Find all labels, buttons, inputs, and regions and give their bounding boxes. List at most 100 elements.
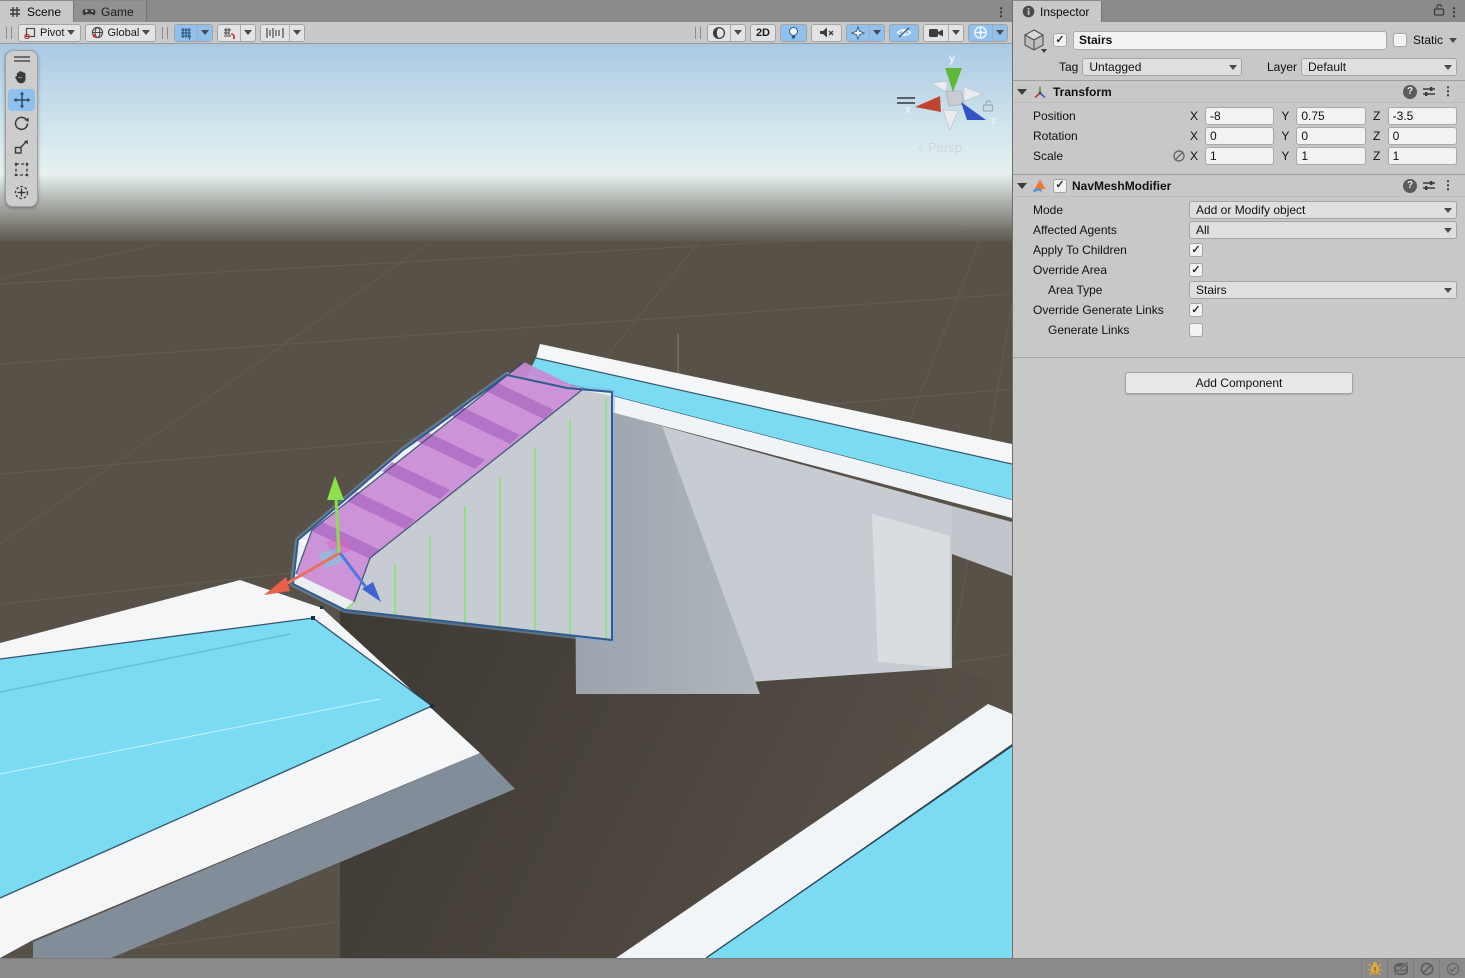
grid-visibility-toggle[interactable]: y — [175, 25, 197, 41]
area-type-dropdown[interactable]: Stairs — [1189, 281, 1457, 299]
inspector-lock-icon[interactable] — [1433, 3, 1445, 19]
foldout-icon[interactable] — [1017, 89, 1027, 95]
progress-check-icon[interactable] — [1439, 959, 1465, 978]
inspector-menu-icon[interactable]: ⋮ — [1447, 4, 1461, 20]
gameobject-cube-icon[interactable] — [1021, 27, 1047, 53]
foldout-icon[interactable] — [1017, 183, 1027, 189]
tab-inspector-label: Inspector — [1040, 5, 1089, 19]
override-generate-links-checkbox[interactable] — [1189, 303, 1203, 317]
collab-offline-icon[interactable] — [1413, 959, 1439, 978]
scale-x-field[interactable]: 1 — [1205, 147, 1274, 165]
scene-viewport[interactable]: y x z ‹ Persp — [0, 44, 1012, 958]
gizmos-caret[interactable] — [992, 25, 1007, 41]
inspector-panel: Stairs Static Tag Untagged Layer Default — [1012, 22, 1465, 958]
tab-scene[interactable]: Scene — [0, 1, 74, 22]
orientation-overlay-menu-icon[interactable] — [897, 94, 915, 107]
apply-to-children-checkbox[interactable] — [1189, 243, 1203, 257]
rotate-tool-button[interactable] — [8, 112, 35, 134]
orientation-cube[interactable] — [946, 91, 964, 106]
axis-y-letter: Y — [1280, 109, 1290, 123]
debug-bug-icon[interactable] — [1361, 959, 1387, 978]
scale-y-field[interactable]: 1 — [1296, 147, 1365, 165]
scale-label[interactable]: Scale — [1013, 149, 1189, 163]
scene-toolbar: Pivot Global y — [0, 22, 1012, 44]
transform-menu-icon[interactable]: ⋮ — [1441, 83, 1455, 99]
lighting-toggle[interactable] — [781, 25, 806, 41]
camera-caret[interactable] — [948, 25, 963, 41]
transform-header[interactable]: Transform ? ⋮ — [1013, 81, 1465, 103]
presets-icon[interactable] — [1422, 179, 1436, 192]
position-label[interactable]: Position — [1013, 109, 1189, 123]
scale-z-field[interactable]: 1 — [1388, 147, 1457, 165]
snap-group — [217, 24, 256, 42]
audio-toggle[interactable] — [812, 25, 841, 41]
hidden-objects-toggle[interactable] — [890, 25, 918, 41]
global-mode-button[interactable]: Global — [85, 24, 156, 42]
grid-visibility-icon: y — [179, 26, 193, 40]
gameobject-enabled-checkbox[interactable] — [1053, 33, 1067, 47]
rect-tool-button[interactable] — [8, 158, 35, 180]
pivot-mode-button[interactable]: Pivot — [18, 24, 81, 42]
lighting-group — [780, 24, 807, 42]
wall-pillar-lit[interactable] — [872, 514, 950, 668]
snap-toggle[interactable] — [218, 25, 240, 41]
tab-inspector[interactable]: Inspector — [1013, 1, 1102, 22]
navmeshmodifier-component: NavMeshModifier ? ⋮ Mode Add or Modify o… — [1013, 174, 1465, 348]
gizmos-toggle[interactable] — [969, 25, 992, 41]
help-icon[interactable]: ? — [1403, 179, 1417, 193]
rotation-z-field[interactable]: 0 — [1388, 127, 1457, 145]
effects-toggle[interactable] — [847, 25, 869, 41]
rotation-y-field[interactable]: 0 — [1296, 127, 1365, 145]
2d-toggle[interactable]: 2D — [750, 24, 776, 42]
navmeshmodifier-menu-icon[interactable]: ⋮ — [1441, 177, 1455, 193]
navmeshmodifier-enabled-checkbox[interactable] — [1053, 179, 1067, 193]
snap-increment-toggle[interactable] — [261, 25, 289, 41]
horizon-fog — [0, 174, 1012, 244]
position-z-field[interactable]: -3.5 — [1388, 107, 1457, 125]
toolbar-drag-handle-icon[interactable] — [695, 27, 701, 39]
override-area-checkbox[interactable] — [1189, 263, 1203, 277]
camera-settings-button[interactable] — [924, 25, 948, 41]
audio-group — [811, 24, 842, 42]
layer-dropdown[interactable]: Default — [1301, 58, 1457, 76]
presets-icon[interactable] — [1422, 85, 1436, 98]
static-caret-icon[interactable] — [1449, 38, 1457, 43]
toolbar-drag-handle-icon[interactable] — [6, 27, 12, 39]
effects-caret[interactable] — [869, 25, 884, 41]
pivot-label: Pivot — [40, 27, 64, 39]
help-icon[interactable]: ? — [1403, 85, 1417, 99]
move-tool-button[interactable] — [8, 89, 35, 111]
tag-dropdown[interactable]: Untagged — [1082, 58, 1242, 76]
toolbar-drag-handle-icon[interactable] — [162, 27, 168, 39]
navmeshmodifier-header[interactable]: NavMeshModifier ? ⋮ — [1013, 175, 1465, 197]
snap-caret[interactable] — [240, 25, 255, 41]
static-checkbox[interactable] — [1393, 33, 1407, 47]
scene-panel-menu-icon[interactable]: ⋮ — [994, 4, 1008, 20]
transform-tool-button[interactable] — [8, 181, 35, 203]
scale-tool-button[interactable] — [8, 135, 35, 157]
hand-tool-button[interactable] — [8, 66, 35, 88]
tab-game[interactable]: Game — [74, 1, 147, 22]
gizmos-group — [968, 24, 1008, 42]
draw-mode-button[interactable] — [708, 25, 730, 41]
position-y-field[interactable]: 0.75 — [1296, 107, 1365, 125]
mode-dropdown[interactable]: Add or Modify object — [1189, 201, 1457, 219]
transform-component: Transform ? ⋮ Position X -8 Y 0.75 Z -3.… — [1013, 80, 1465, 174]
draw-mode-group — [707, 24, 746, 42]
position-x-field[interactable]: -8 — [1205, 107, 1274, 125]
gameobject-name-field[interactable]: Stairs — [1073, 31, 1387, 50]
generate-links-checkbox[interactable] — [1189, 323, 1203, 337]
draw-mode-caret[interactable] — [730, 25, 745, 41]
orientation-lock-icon[interactable] — [982, 99, 994, 115]
rotation-label[interactable]: Rotation — [1013, 129, 1189, 143]
grid-visibility-caret[interactable] — [197, 25, 212, 41]
rotation-x-field[interactable]: 0 — [1205, 127, 1274, 145]
scene-tabbar: Scene Game ⋮ — [0, 0, 1012, 22]
add-component-button[interactable]: Add Component — [1125, 372, 1353, 394]
tools-drag-handle-icon[interactable] — [8, 54, 35, 64]
effects-star-icon — [851, 26, 865, 40]
affected-agents-dropdown[interactable]: All — [1189, 221, 1457, 239]
snap-increment-caret[interactable] — [289, 25, 304, 41]
cache-server-disconnected-icon[interactable] — [1387, 959, 1413, 978]
scale-link-toggle[interactable] — [1169, 149, 1189, 163]
